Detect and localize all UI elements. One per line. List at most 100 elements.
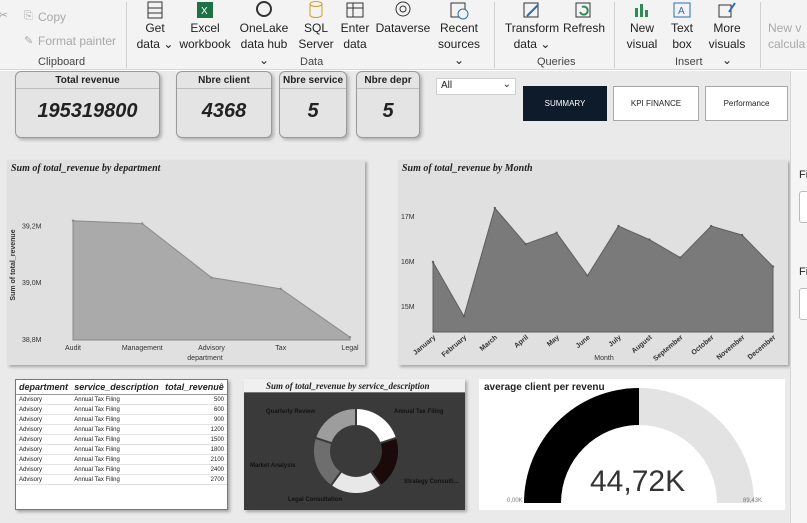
excel-workbook-button[interactable]: X Excel workbook (177, 0, 233, 52)
y-tick-label: 15M (401, 304, 415, 311)
cell-revenue: 500 (162, 394, 227, 405)
transform-data-button[interactable]: Transform data ⌄ (502, 0, 562, 52)
month-area-chart: January February March April May June July Augu… (401, 206, 778, 363)
transform-icon (523, 2, 539, 18)
filter-well[interactable] (799, 191, 807, 223)
calc-line1: New v (768, 21, 802, 35)
dataverse-button[interactable]: Dataverse (375, 0, 431, 36)
x-axis-label: department (187, 355, 222, 362)
text-box-button[interactable]: A Text box (664, 0, 700, 52)
enter-data-button[interactable]: Enter data (338, 0, 372, 52)
slicer-value: All (441, 80, 453, 91)
x-tick-label: March (479, 334, 499, 353)
cell-revenue: 600 (162, 404, 227, 415)
data-point (348, 335, 352, 339)
cell-revenue: 2100 (162, 454, 227, 465)
svg-text:X: X (201, 6, 208, 17)
excel-icon: X (197, 2, 213, 18)
data-point (679, 256, 682, 259)
column-header-service[interactable]: service_description (71, 380, 163, 395)
data-point (493, 206, 497, 210)
cell-department: Advisory (16, 404, 72, 415)
gauge-panel[interactable]: average client per revenu 44,72K 0,00K 8… (479, 379, 785, 510)
department-chart-panel[interactable]: Sum of total_revenue by department Audit… (7, 160, 365, 365)
service-donut-panel[interactable]: Sum of total_revenue by service_descript… (244, 379, 465, 510)
gauge-min-label: 0,00K (507, 498, 523, 504)
y-tick-label: 39,2M (22, 223, 42, 230)
more-visuals-line1: More (713, 21, 741, 35)
x-axis-label: Month (594, 355, 614, 362)
gauge-value: 44,72K (590, 465, 686, 498)
data-group-label: Data (300, 56, 324, 68)
table-body: Advisory Annual Tax Filing 500 Advisory Annu… (16, 394, 227, 485)
filters-pane[interactable]: Fi Fi (790, 71, 807, 523)
table-row[interactable]: Advisory Annual Tax Filing 1800 (16, 444, 227, 455)
table-row[interactable]: Advisory Annual Tax Filing 600 (16, 404, 227, 415)
filter-well[interactable] (799, 288, 807, 320)
kpi-card-services[interactable]: Nbre service 5 (279, 71, 347, 138)
cell-department: Advisory (16, 434, 72, 445)
chevron-down-icon: ⌄ (502, 79, 511, 90)
onelake-line2: data hub ⌄ (240, 37, 288, 67)
sql-server-icon (309, 1, 323, 18)
table-row[interactable]: Advisory Annual Tax Filing 1200 (16, 424, 227, 435)
x-tick-label: April (513, 334, 530, 350)
kpi-card-total-revenue[interactable]: Total revenue 195319800 (15, 71, 160, 138)
more-visuals-icon (718, 2, 736, 18)
performance-nav-button[interactable]: Performance (705, 86, 788, 121)
slicer-dropdown[interactable]: All ⌄ (436, 78, 516, 95)
onelake-data-hub-button[interactable]: OneLake data hub ⌄ (234, 0, 294, 68)
excel-line1: Excel (190, 21, 220, 35)
table-row[interactable]: Advisory Annual Tax Filing 2700 (16, 474, 227, 485)
column-header-department[interactable]: department (16, 380, 72, 395)
table-row[interactable]: Advisory Annual Tax Filing 2100 (16, 454, 227, 465)
month-area (432, 207, 774, 333)
new-visual-button[interactable]: New visual (622, 0, 662, 52)
kpi-value: 5 (382, 100, 394, 122)
cell-service: Annual Tax Filing (71, 474, 163, 485)
new-visual-line2: visual (626, 37, 658, 51)
revenue-table[interactable]: ⌃ department service_description total_r… (15, 379, 228, 510)
more-visuals-line2: visuals ⌄ (708, 37, 746, 67)
column-header-revenue[interactable]: total_revenue (162, 380, 227, 395)
summary-nav-button[interactable]: SUMMARY (523, 86, 607, 121)
get-data-line1: Get (145, 21, 165, 35)
cell-department: Advisory (16, 394, 72, 405)
scroll-up-icon[interactable]: ⌃ (218, 382, 225, 391)
donut-label: Quarterly Review (266, 409, 315, 415)
copy-button[interactable]: Copy (38, 10, 66, 24)
dataverse-icon (395, 1, 411, 17)
new-calculation-button[interactable]: New v calcula (768, 20, 807, 52)
recent-sources-button[interactable]: Recent sources ⌄ (432, 0, 486, 68)
kpi-title: Nbre service (280, 72, 346, 89)
data-point (555, 231, 558, 235)
cell-revenue: 2700 (162, 474, 227, 485)
calc-line2: calcula (768, 37, 806, 51)
sql-line2: Server (298, 37, 334, 51)
more-visuals-button[interactable]: More visuals ⌄ (702, 0, 752, 68)
month-chart-panel[interactable]: Sum of total_revenue by Month January Feb… (398, 160, 788, 365)
x-tick-label: December (747, 334, 778, 361)
table-row[interactable]: Advisory Annual Tax Filing 1500 (16, 434, 227, 445)
donut-slice (313, 406, 357, 445)
kpi-finance-nav-button[interactable]: KPI FINANCE (613, 86, 699, 121)
kpi-card-clients[interactable]: Nbre client 4368 (176, 71, 272, 138)
table-row[interactable]: Advisory Annual Tax Filing 500 (16, 394, 227, 405)
format-painter-button[interactable]: Format painter (38, 34, 116, 48)
cell-service: Annual Tax Filing (71, 404, 163, 415)
table-row[interactable]: Advisory Annual Tax Filing 900 (16, 414, 227, 425)
table-row[interactable]: Advisory Annual Tax Filing 2400 (16, 464, 227, 475)
cut-icon[interactable]: ✂ (0, 8, 8, 22)
x-tick-label: January (412, 334, 437, 357)
refresh-button[interactable]: Refresh (562, 0, 606, 36)
y-axis-label: Sum of total_revenue (10, 229, 17, 300)
get-data-button[interactable]: Get data ⌄ (136, 0, 174, 52)
sql-server-button[interactable]: SQL Server (297, 0, 335, 52)
data-point (648, 238, 651, 241)
text-box-icon: A (673, 2, 691, 18)
kpi-card-departments[interactable]: Nbre depr 5 (356, 71, 420, 138)
cell-service: Annual Tax Filing (71, 444, 163, 455)
refresh-line1: Refresh (562, 21, 606, 35)
x-tick-label: September (652, 334, 684, 363)
insert-group-label: Insert (675, 56, 703, 68)
